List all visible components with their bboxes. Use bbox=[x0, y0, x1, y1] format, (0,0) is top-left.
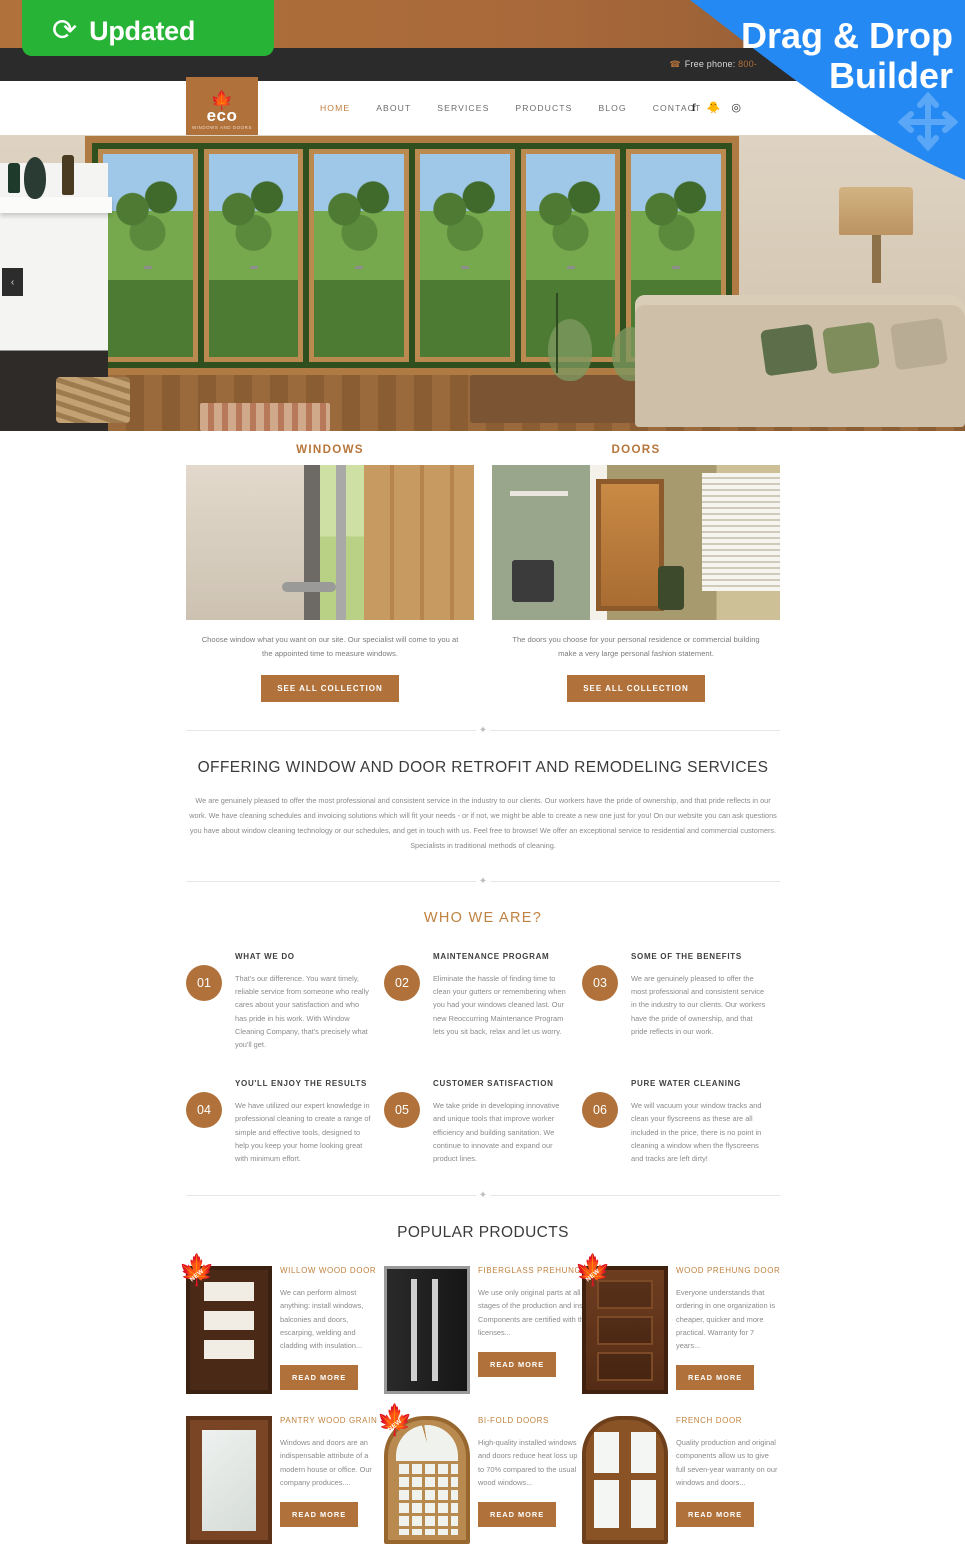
feature-item: 06 PURE WATER CLEANING We will vacuum yo… bbox=[582, 1079, 780, 1165]
feature-number: 03 bbox=[582, 965, 618, 1001]
read-more-button[interactable]: READ MORE bbox=[280, 1365, 359, 1391]
product-card: PANTRY WOOD GRAIN Windows and doors are … bbox=[186, 1416, 384, 1545]
feature-title: CUSTOMER SATISFACTION bbox=[433, 1079, 554, 1089]
offering-title: OFFERING WINDOW AND DOOR RETROFIT AND RE… bbox=[197, 759, 769, 776]
promo-windows: WINDOWS Choose window what you want on o… bbox=[186, 443, 474, 702]
see-all-collection-windows-button[interactable]: SEE ALL COLLECTION bbox=[261, 675, 399, 702]
product-card: FRENCH DOOR Quality production and origi… bbox=[582, 1416, 780, 1545]
chevron-left-icon: ‹ bbox=[10, 276, 15, 288]
updated-label: Updated bbox=[89, 16, 196, 46]
feature-text: Eliminate the hassle of finding time to … bbox=[433, 974, 566, 1036]
product-description: Everyone understands that ordering in on… bbox=[676, 1288, 776, 1351]
brand-name: eco bbox=[206, 106, 238, 125]
hero-prev-button[interactable]: ‹ bbox=[2, 268, 23, 296]
nav-item-services[interactable]: SERVICES bbox=[437, 103, 489, 113]
see-all-collection-doors-button[interactable]: SEE ALL COLLECTION bbox=[567, 675, 705, 702]
product-name[interactable]: PANTRY WOOD GRAIN bbox=[280, 1416, 384, 1425]
product-name[interactable]: BI-FOLD DOORS bbox=[478, 1416, 582, 1425]
read-more-button[interactable]: READ MORE bbox=[478, 1352, 557, 1378]
product-name[interactable]: FRENCH DOOR bbox=[676, 1416, 780, 1425]
product-description: Quality production and original componen… bbox=[676, 1438, 778, 1487]
feature-item: 02 MAINTENANCE PROGRAM Eliminate the has… bbox=[384, 952, 582, 1051]
feature-text: That's our difference. You want timely, … bbox=[235, 974, 369, 1050]
feature-title: SOME OF THE BENEFITS bbox=[631, 952, 742, 961]
read-more-button[interactable]: READ MORE bbox=[478, 1502, 557, 1528]
promo-title: WINDOWS bbox=[296, 443, 364, 456]
maple-diamond-ornament: ✦ bbox=[476, 1189, 490, 1203]
offering-section: OFFERING WINDOW AND DOOR RETROFIT AND RE… bbox=[186, 759, 780, 853]
feature-text: We take pride in developing innovative a… bbox=[433, 1101, 560, 1164]
who-we-are-title: WHO WE ARE? bbox=[423, 910, 543, 926]
feature-title: WHAT WE DO bbox=[235, 952, 295, 961]
ribbon-line-2: Builder bbox=[829, 55, 953, 96]
promo-text: Choose window what you want on our site.… bbox=[201, 635, 459, 658]
brand-tagline: WINDOWS AND DOORS bbox=[192, 125, 252, 130]
promo-title: DOORS bbox=[611, 443, 661, 456]
main-content: WINDOWS Choose window what you want on o… bbox=[178, 431, 780, 1566]
ribbon-line-1: Drag & Drop bbox=[741, 15, 953, 56]
product-thumbnail[interactable] bbox=[384, 1266, 470, 1395]
product-card: FIBERGLASS PREHUNG DOOR We use only orig… bbox=[384, 1266, 610, 1395]
updated-badge: ⟳ Updated bbox=[22, 0, 274, 56]
popular-products-title: POPULAR PRODUCTS bbox=[397, 1224, 569, 1242]
feature-item: 03 SOME OF THE BENEFITS We are genuinely… bbox=[582, 952, 780, 1051]
product-thumbnail[interactable]: 🍁 NEW bbox=[376, 1406, 470, 1545]
feature-grid: 01 WHAT WE DO That's our difference. You… bbox=[186, 952, 780, 1193]
nav-item-products[interactable]: PRODUCTS bbox=[515, 103, 572, 113]
brand-logo[interactable]: 🍁 eco WINDOWS AND DOORS bbox=[186, 77, 258, 135]
feature-title: YOU'LL ENJOY THE RESULTS bbox=[235, 1079, 368, 1089]
nav-item-home[interactable]: HOME bbox=[320, 103, 350, 113]
product-thumbnail[interactable] bbox=[582, 1416, 668, 1545]
feature-text: We have utilized our expert knowledge in… bbox=[235, 1101, 371, 1164]
feature-text: We will vacuum your window tracks and cl… bbox=[631, 1101, 762, 1164]
feature-number: 05 bbox=[384, 1092, 420, 1129]
promo-columns: WINDOWS Choose window what you want on o… bbox=[186, 431, 780, 702]
maple-diamond-ornament: ✦ bbox=[476, 875, 490, 888]
popular-products-section: POPULAR PRODUCTS 🍁 NEW WILLOW WOOD DOOR … bbox=[178, 1224, 780, 1566]
feature-number: 01 bbox=[186, 965, 222, 1001]
door-photo[interactable] bbox=[492, 465, 780, 620]
who-we-are-section: WHO WE ARE? 01 WHAT WE DO That's our dif… bbox=[186, 910, 780, 1193]
product-description: High-quality installed windows and doors… bbox=[478, 1438, 578, 1487]
product-description: Windows and doors are an indispensable a… bbox=[280, 1438, 372, 1487]
read-more-button[interactable]: READ MORE bbox=[676, 1502, 755, 1528]
section-divider: ✦ bbox=[186, 724, 780, 737]
feature-number: 06 bbox=[582, 1092, 618, 1129]
feature-number: 02 bbox=[384, 965, 420, 1001]
feature-number: 04 bbox=[186, 1092, 222, 1129]
product-thumbnail[interactable] bbox=[186, 1416, 272, 1545]
drag-and-drop-ribbon: Drag & Drop Builder bbox=[620, 0, 965, 180]
feature-item: 04 YOU'LL ENJOY THE RESULTS We have util… bbox=[186, 1079, 384, 1165]
product-name[interactable]: WOOD PREHUNG DOOR bbox=[676, 1266, 780, 1275]
refresh-icon: ⟳ bbox=[52, 14, 78, 47]
feature-title: PURE WATER CLEANING bbox=[631, 1079, 742, 1089]
product-grid: 🍁 NEW WILLOW WOOD DOOR We can perform al… bbox=[178, 1256, 780, 1566]
promo-doors: DOORS The doors you choose for your pers… bbox=[492, 443, 780, 702]
product-card: 🍁 NEW BI-FOLD DOORS High-quality install… bbox=[376, 1406, 582, 1545]
feature-item: 05 CUSTOMER SATISFACTION We take pride i… bbox=[384, 1079, 582, 1165]
maple-diamond-ornament: ✦ bbox=[476, 724, 490, 737]
product-thumbnail[interactable]: 🍁 NEW bbox=[178, 1256, 272, 1395]
product-thumbnail[interactable]: 🍁 NEW bbox=[574, 1256, 668, 1395]
feature-item: 01 WHAT WE DO That's our difference. You… bbox=[186, 952, 384, 1051]
nav-item-about[interactable]: ABOUT bbox=[376, 103, 411, 113]
feature-title: MAINTENANCE PROGRAM bbox=[433, 952, 550, 961]
product-name[interactable]: WILLOW WOOD DOOR bbox=[280, 1266, 384, 1275]
offering-body: We are genuinely pleased to offer the mo… bbox=[189, 796, 777, 850]
promo-text: The doors you choose for your personal r… bbox=[512, 635, 760, 658]
section-divider: ✦ bbox=[186, 1189, 780, 1203]
section-divider: ✦ bbox=[186, 875, 780, 888]
read-more-button[interactable]: READ MORE bbox=[280, 1502, 359, 1528]
feature-text: We are genuinely pleased to offer the mo… bbox=[631, 974, 766, 1036]
product-description: We can perform almost anything: install … bbox=[280, 1288, 364, 1351]
product-card: 🍁 NEW WOOD PREHUNG DOOR Everyone underst… bbox=[574, 1256, 780, 1395]
window-photo[interactable] bbox=[186, 465, 474, 620]
read-more-button[interactable]: READ MORE bbox=[676, 1365, 755, 1391]
product-card: 🍁 NEW WILLOW WOOD DOOR We can perform al… bbox=[178, 1256, 384, 1395]
